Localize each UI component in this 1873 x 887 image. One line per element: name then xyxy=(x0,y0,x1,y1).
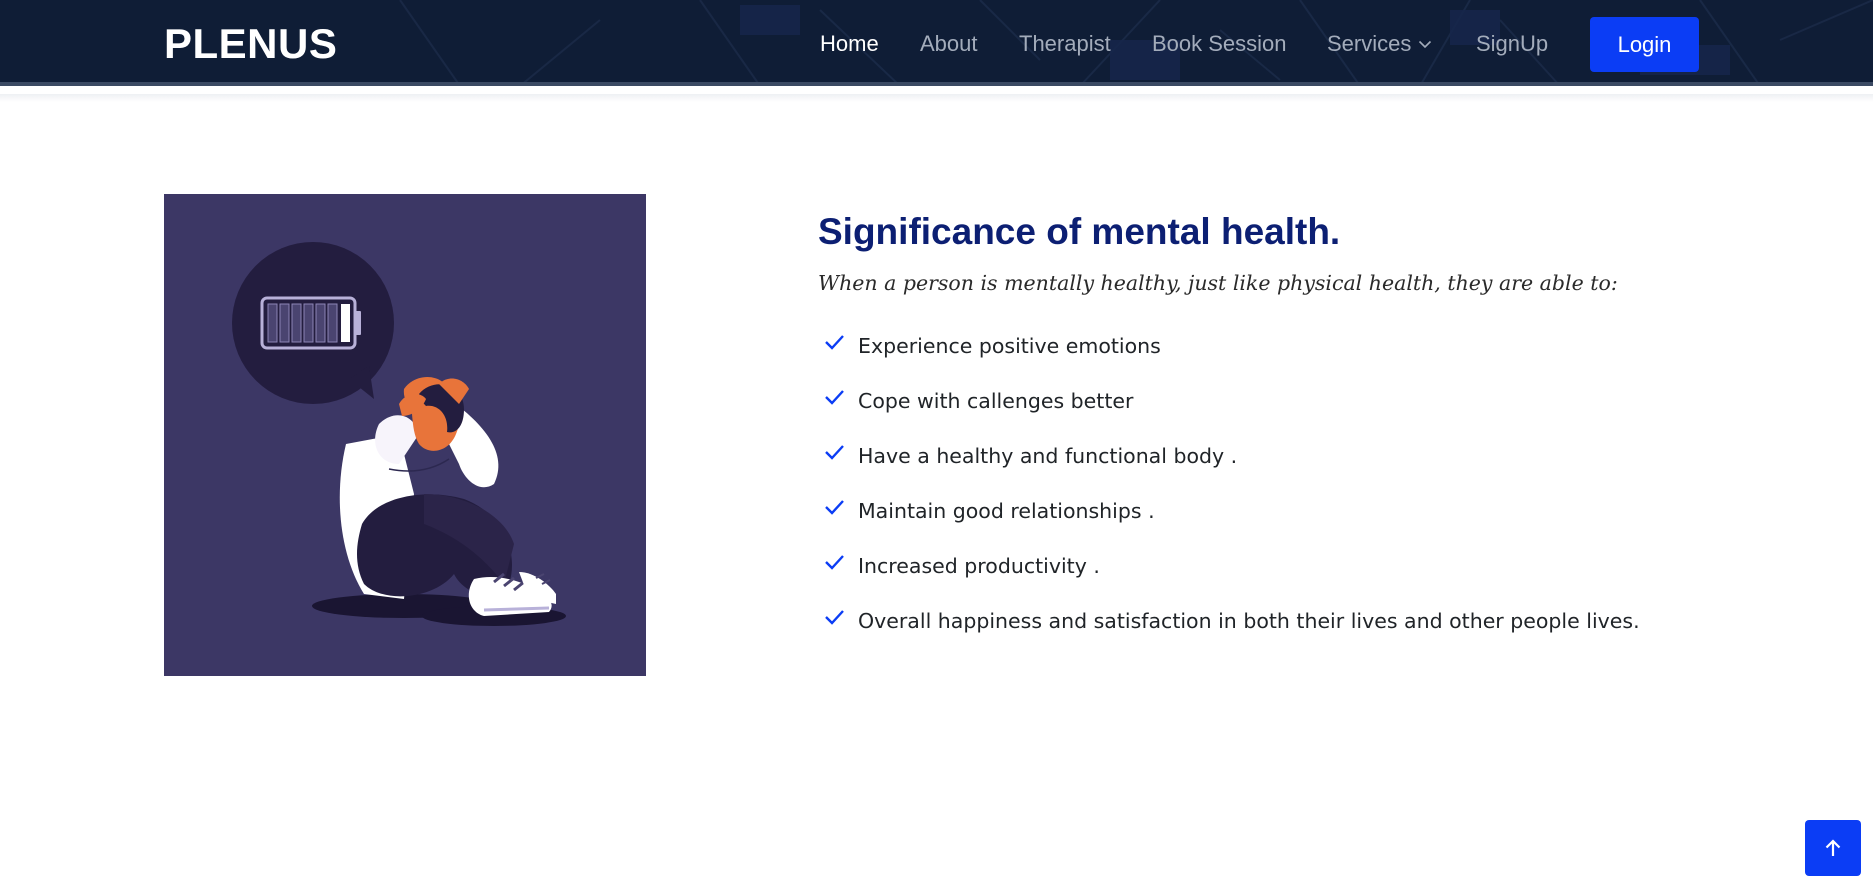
nav-item-about[interactable]: About xyxy=(920,28,978,60)
arrow-up-icon xyxy=(1825,839,1841,856)
list-item: Increased productivity . xyxy=(818,538,1778,593)
benefits-list: Experience positive emotions Cope with c… xyxy=(818,318,1778,648)
list-item-text: Maintain good relationships . xyxy=(858,498,1155,523)
chevron-down-icon xyxy=(1419,40,1432,49)
list-item-text: Cope with callenges better xyxy=(858,388,1134,413)
list-item: Maintain good relationships . xyxy=(818,483,1778,538)
check-icon xyxy=(825,554,844,570)
site-header: PLENUS Home About Therapist Book Session… xyxy=(0,0,1873,86)
check-icon xyxy=(825,389,844,405)
nav-item-home[interactable]: Home xyxy=(820,28,879,60)
list-item-text: Experience positive emotions xyxy=(858,333,1161,358)
check-icon xyxy=(825,444,844,460)
check-icon xyxy=(825,499,844,515)
list-item: Overall happiness and satisfaction in bo… xyxy=(818,593,1778,648)
nav-item-signup[interactable]: SignUp xyxy=(1476,28,1548,60)
battery-icon xyxy=(260,296,361,350)
stressed-person-low-battery-illustration xyxy=(232,242,566,626)
nav-item-services[interactable]: Services xyxy=(1327,28,1433,60)
nav-item-services-label: Services xyxy=(1327,31,1412,56)
check-icon xyxy=(825,334,844,350)
list-item: Have a healthy and functional body . xyxy=(818,428,1778,483)
list-item-text: Increased productivity . xyxy=(858,553,1100,578)
nav-item-book-session[interactable]: Book Session xyxy=(1152,28,1287,60)
check-icon xyxy=(825,609,844,625)
mental-health-section: Significance of mental health. When a pe… xyxy=(818,208,1778,648)
list-item-text: Have a healthy and functional body . xyxy=(858,443,1238,468)
header-shadow xyxy=(0,94,1873,102)
list-item: Cope with callenges better xyxy=(818,373,1778,428)
illustration-panel xyxy=(164,194,646,676)
back-to-top-button[interactable] xyxy=(1805,820,1861,876)
list-item: Experience positive emotions xyxy=(818,318,1778,373)
nav-item-therapist[interactable]: Therapist xyxy=(1019,28,1111,60)
section-title: Significance of mental health. xyxy=(818,211,1341,252)
list-item-text: Overall happiness and satisfaction in bo… xyxy=(858,608,1640,633)
login-button[interactable]: Login xyxy=(1590,17,1699,72)
section-subtitle: When a person is mentally healthy, just … xyxy=(818,271,1618,295)
